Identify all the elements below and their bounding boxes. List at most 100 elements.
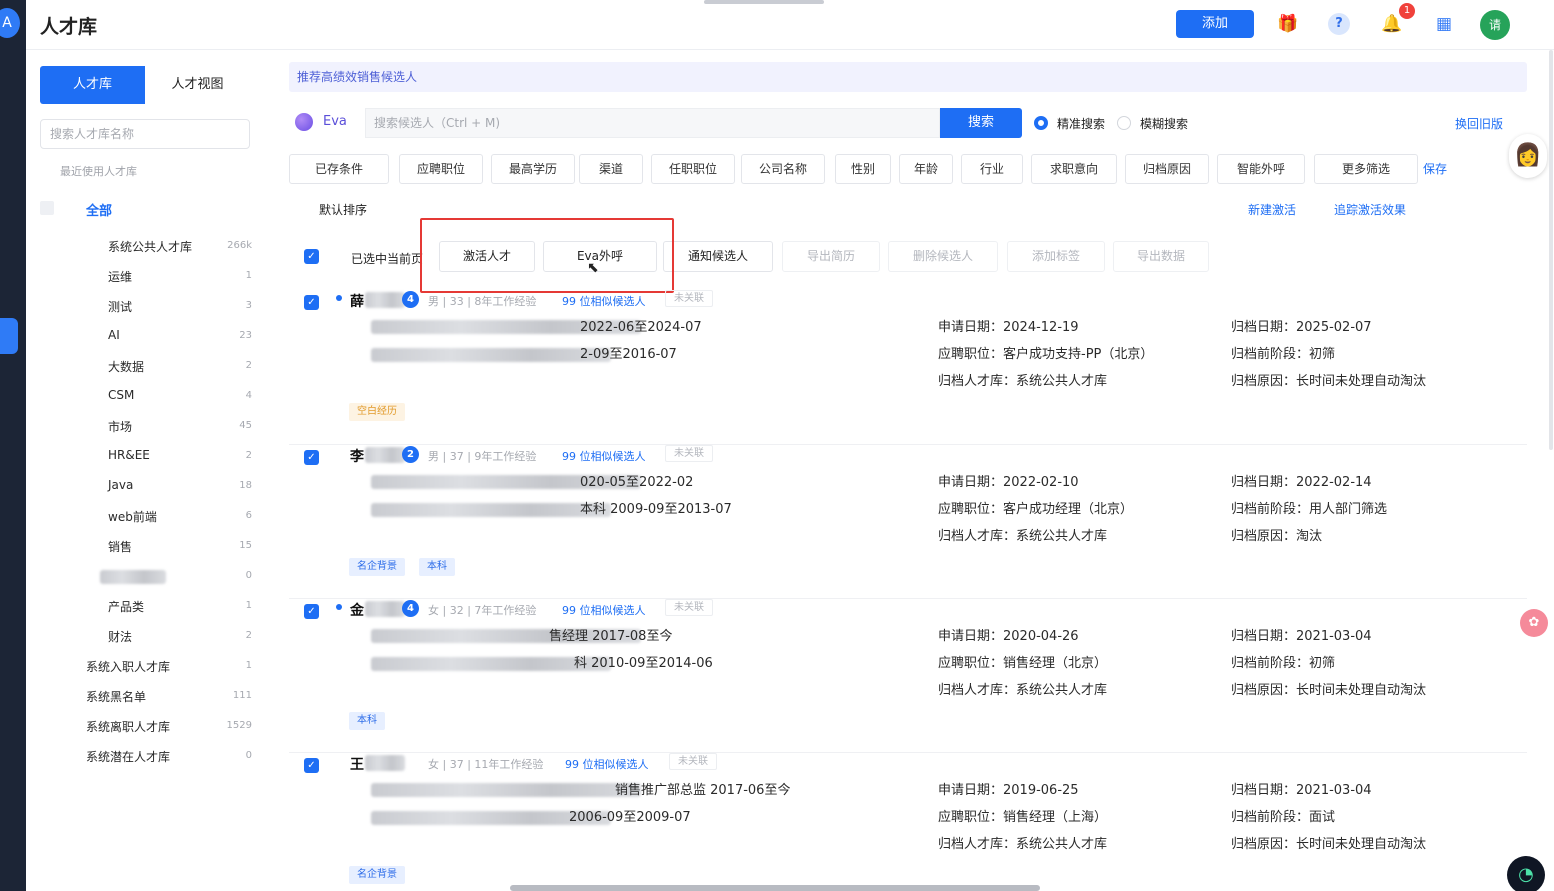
tree-item[interactable]: 系统入职人才库 1 — [86, 658, 252, 678]
candidate-search-input[interactable]: 搜索候选人（Ctrl + M) — [365, 108, 940, 138]
help-icon[interactable]: ? — [1328, 13, 1350, 35]
tree-item-label: 测试 — [108, 300, 133, 314]
candidate-name[interactable]: 薛 — [350, 291, 364, 311]
tree-item[interactable]: 销售 15 — [108, 538, 252, 558]
tree-item[interactable]: 测试 3 — [108, 298, 252, 318]
similar-candidates-link[interactable]: 99 位相似候选人 — [562, 448, 646, 464]
ai-assistant-icon[interactable]: ◔ — [1507, 856, 1545, 891]
tree-item[interactable]: 系统黑名单 111 — [86, 688, 252, 708]
tree-collapse-toggle[interactable] — [40, 201, 54, 215]
tree-item[interactable]: CSM 4 — [108, 388, 252, 408]
tree-item[interactable]: 产品类 1 — [108, 598, 252, 618]
tree-item[interactable]: 财法 2 — [108, 628, 252, 648]
horizontal-scrollbar[interactable] — [510, 885, 1040, 891]
tree-item-count: 1 — [245, 270, 252, 281]
search-button[interactable]: 搜索 — [940, 108, 1022, 138]
bulk-action-button: 导出数据 — [1113, 241, 1209, 272]
main-panel: 推荐高绩效销售候选人 Eva 搜索候选人（Ctrl + M) 搜索 精准搜索 模… — [267, 50, 1554, 891]
tree-item[interactable]: web前端 6 — [108, 508, 252, 528]
applied-position: 应聘职位：销售经理（北京） — [938, 656, 1108, 671]
filter-button[interactable]: 归档原因 — [1125, 154, 1209, 184]
tree-item-count: 2 — [245, 630, 252, 641]
filter-button[interactable]: 年龄 — [899, 154, 953, 184]
tree-item[interactable]: 系统公共人才库 266k — [108, 238, 252, 258]
tree-item-count: 0 — [245, 750, 252, 761]
education-line: 2-09至2016-07 — [580, 347, 677, 362]
tree-item[interactable]: 大数据 2 — [108, 358, 252, 378]
candidate-card[interactable]: ✓ 薛 4 男 | 33 | 8年工作经验 99 位相似候选人 未关联 2022-06至20… — [289, 290, 1527, 444]
tab-talent-pool[interactable]: 人才库 — [40, 66, 145, 104]
similar-candidates-link[interactable]: 99 位相似候选人 — [562, 602, 646, 618]
candidate-card[interactable]: ✓ 李 2 男 | 37 | 9年工作经验 99 位相似候选人 未关联 020-05至202… — [289, 444, 1527, 598]
filter-button[interactable]: 求职意向 — [1031, 154, 1117, 184]
apps-grid-icon[interactable]: ▦ — [1432, 12, 1456, 36]
tree-item-all[interactable]: 全部 — [86, 200, 112, 219]
fuzzy-search-label[interactable]: 模糊搜索 — [1140, 115, 1188, 132]
tree-item-count: 45 — [239, 420, 252, 431]
tree-item[interactable]: 运维 1 — [108, 268, 252, 288]
user-avatar[interactable]: 请 — [1480, 10, 1510, 40]
new-activation-link[interactable]: 新建激活 — [1248, 201, 1296, 218]
assistant-avatar-icon[interactable]: 👩 — [1509, 134, 1547, 178]
tree-item[interactable]: Java 18 — [108, 478, 252, 498]
candidate-name[interactable]: 王 — [350, 754, 364, 774]
pool-search-input[interactable]: 搜索人才库名称 — [40, 119, 250, 149]
filter-button[interactable]: 任职职位 — [651, 154, 735, 184]
candidate-checkbox[interactable]: ✓ — [304, 450, 319, 465]
tab-talent-view[interactable]: 人才视图 — [145, 66, 250, 104]
candidate-card[interactable]: ✓ 王 女 | 37 | 11年工作经验 99 位相似候选人 未关联 销售推广部总监 20… — [289, 752, 1527, 891]
bulk-action-button: 删除候选人 — [888, 241, 998, 272]
apply-date: 申请日期：2020-04-26 — [938, 629, 1079, 644]
bulk-action-button[interactable]: 通知候选人 — [663, 241, 773, 272]
vertical-scrollbar[interactable] — [1549, 50, 1553, 450]
rail-active-indicator[interactable] — [0, 318, 18, 354]
similar-candidates-link[interactable]: 99 位相似候选人 — [562, 293, 646, 309]
floating-feedback-icon[interactable]: ✿ — [1520, 609, 1548, 637]
candidate-name[interactable]: 李 — [350, 446, 364, 466]
gift-icon[interactable]: 🎁 — [1276, 12, 1300, 36]
tree-item[interactable]: 系统潜在人才库 0 — [86, 748, 252, 768]
archive-date: 归档日期：2021-03-04 — [1231, 783, 1372, 798]
archive-pool: 归档人才库：系统公共人才库 — [938, 683, 1108, 698]
tree-item-label: 系统潜在人才库 — [86, 750, 171, 764]
tree-item-label: web前端 — [108, 510, 157, 524]
recommendation-banner[interactable]: 推荐高绩效销售候选人 — [289, 62, 1527, 92]
tree-item-count: 266k — [227, 240, 252, 251]
add-button[interactable]: 添加 — [1176, 10, 1254, 38]
select-page-checkbox[interactable]: ✓ — [304, 249, 319, 264]
tree-item[interactable]: 系统离职人才库 1529 — [86, 718, 252, 738]
tree-item[interactable]: 0 — [100, 568, 252, 588]
filter-button[interactable]: 更多筛选 — [1314, 154, 1418, 184]
exact-search-radio[interactable] — [1034, 116, 1048, 130]
filter-button[interactable]: 渠道 — [579, 154, 643, 184]
tree-item[interactable]: HR&EE 2 — [108, 448, 252, 468]
similar-candidates-link[interactable]: 99 位相似候选人 — [565, 756, 649, 772]
candidate-checkbox[interactable]: ✓ — [304, 604, 319, 619]
candidate-checkbox[interactable]: ✓ — [304, 758, 319, 773]
filter-button[interactable]: 智能外呼 — [1217, 154, 1305, 184]
candidate-name[interactable]: 金 — [350, 600, 364, 620]
experience-line: 售经理 2017-08至今 — [549, 629, 673, 644]
filter-button[interactable]: 已存条件 — [289, 154, 389, 184]
switch-old-version-link[interactable]: 换回旧版 — [1455, 115, 1503, 132]
candidate-card[interactable]: ✓ 金 4 女 | 32 | 7年工作经验 99 位相似候选人 未关联 售经理 2017-0… — [289, 598, 1527, 752]
filter-button[interactable]: 应聘职位 — [399, 154, 483, 184]
track-activation-link[interactable]: 追踪激活效果 — [1334, 201, 1406, 218]
fuzzy-search-radio[interactable] — [1117, 116, 1131, 130]
app-logo-icon[interactable]: A — [0, 8, 20, 38]
window-drag-handle[interactable] — [704, 0, 824, 4]
candidate-tag: 本科 — [349, 712, 385, 730]
tree-item[interactable]: 市场 45 — [108, 418, 252, 438]
filter-button[interactable]: 行业 — [961, 154, 1023, 184]
tree-item[interactable]: AI 23 — [108, 328, 252, 348]
candidate-checkbox[interactable]: ✓ — [304, 295, 319, 310]
sort-dropdown[interactable]: 默认排序 — [319, 201, 367, 218]
filter-button[interactable]: 公司名称 — [741, 154, 825, 184]
filter-button[interactable]: 最高学历 — [491, 154, 575, 184]
save-filter-link[interactable]: 保存 — [1423, 160, 1447, 177]
link-status-badge: 未关联 — [665, 599, 713, 616]
exact-search-label[interactable]: 精准搜索 — [1057, 115, 1105, 132]
filter-button[interactable]: 性别 — [835, 154, 891, 184]
tree-item-count: 6 — [245, 510, 252, 521]
recent-pools-label[interactable]: 最近使用人才库 — [60, 163, 137, 179]
